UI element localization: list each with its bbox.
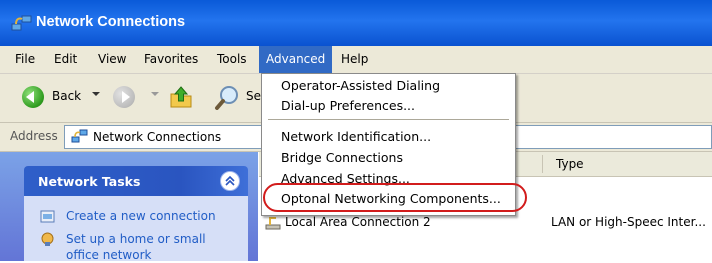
address-label: Address [10, 129, 58, 143]
type-column-header[interactable]: Type [556, 157, 584, 171]
column-divider[interactable] [542, 155, 543, 173]
menu-edit[interactable]: Edit [47, 46, 84, 73]
menu-bar: File Edit View Favorites Tools Advanced … [0, 46, 712, 74]
menu-advanced[interactable]: Advanced [259, 46, 333, 73]
search-button-label[interactable]: Se [246, 89, 261, 103]
title-bar[interactable]: Network Connections [0, 0, 712, 46]
forward-dropdown-icon[interactable] [151, 92, 159, 96]
back-button-label[interactable]: Back [52, 89, 81, 103]
menu-item-operator-assisted-dialing[interactable]: Operator-Assisted Dialing [281, 78, 440, 93]
menu-tools[interactable]: Tools [210, 46, 254, 73]
table-row[interactable]: Local Area Connection 2 LAN or High-Spee… [259, 213, 712, 233]
menu-separator [268, 119, 509, 120]
highlight-oval [263, 183, 527, 212]
collapse-chevron-icon[interactable] [220, 171, 240, 191]
menu-item-network-identification[interactable]: Network Identification... [281, 129, 431, 144]
back-dropdown-icon[interactable] [92, 92, 100, 96]
network-tasks-title: Network Tasks [38, 174, 141, 189]
menu-help[interactable]: Help [334, 46, 375, 73]
back-arrow-icon[interactable] [22, 86, 44, 108]
connection-type: LAN or High-Speec Inter... [551, 215, 706, 229]
menu-item-bridge-connections[interactable]: Bridge Connections [281, 150, 403, 165]
address-value: Network Connections [93, 130, 222, 144]
task-create-connection[interactable]: Create a new connection [40, 208, 250, 226]
menu-favorites[interactable]: Favorites [137, 46, 205, 73]
menu-item-dialup-preferences[interactable]: Dial-up Preferences... [281, 98, 415, 113]
lan-connection-icon [265, 217, 281, 230]
network-connections-icon [11, 15, 32, 31]
window-title: Network Connections [36, 14, 186, 30]
task-pane: Network Tasks Create a new connection Se… [0, 152, 258, 263]
up-folder-icon[interactable] [168, 84, 194, 110]
menu-view[interactable]: View [91, 46, 133, 73]
task-home-network-label[interactable]: Set up a home or small office network [66, 231, 236, 263]
forward-arrow-icon[interactable] [113, 86, 135, 108]
home-network-icon [41, 232, 54, 246]
task-home-network[interactable]: Set up a home or small office network [40, 231, 250, 263]
connection-name[interactable]: Local Area Connection 2 [285, 215, 431, 229]
network-tasks-body: Create a new connection Set up a home or… [24, 196, 250, 263]
search-icon[interactable] [214, 84, 242, 110]
new-connection-icon [40, 210, 55, 223]
menu-file[interactable]: File [8, 46, 42, 73]
network-connections-icon [71, 129, 88, 143]
task-create-connection-label[interactable]: Create a new connection [66, 208, 236, 224]
network-tasks-header[interactable]: Network Tasks [24, 166, 248, 196]
